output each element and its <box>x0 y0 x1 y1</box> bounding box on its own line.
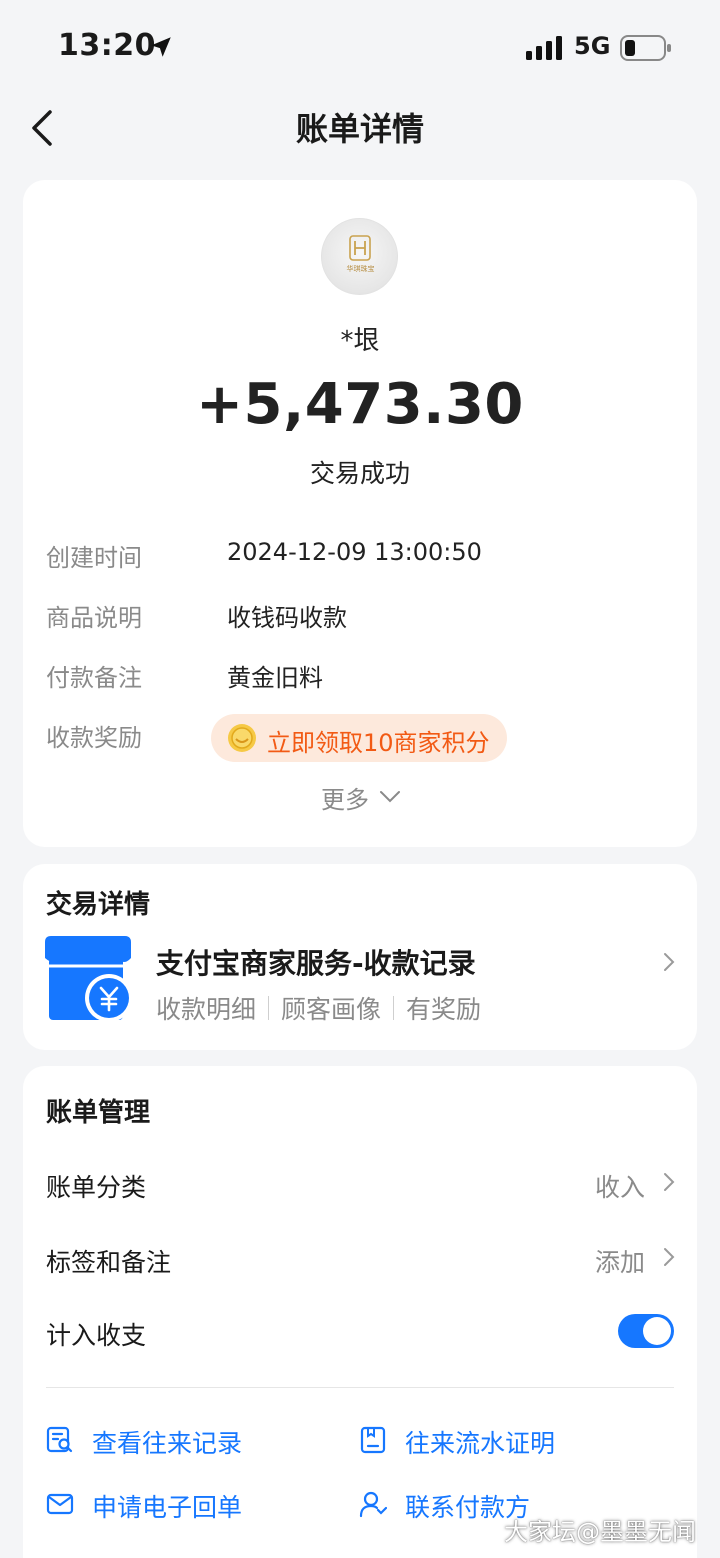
chevron-right-icon[interactable] <box>663 1247 675 1267</box>
cellular-signal-icon <box>526 36 562 60</box>
include-in-stats-toggle[interactable] <box>618 1314 674 1348</box>
tag-customer-profile: 顾客画像 <box>281 995 382 1024</box>
divider <box>46 1387 674 1388</box>
watermark: 大家坛@墨墨无闻 <box>504 1518 696 1546</box>
include-in-stats-label: 计入收支 <box>46 1321 147 1350</box>
payment-note-value: 黄金旧料 <box>227 664 323 692</box>
bill-category-value: 收入 <box>594 1173 645 1202</box>
status-bar: 13:20 5G <box>0 0 720 96</box>
bill-management-card: 账单管理 账单分类 收入 标签和备注 添加 计入收支 查看往来记录 往来流水证明… <box>23 1066 697 1558</box>
tag-rewards: 有奖励 <box>406 995 482 1024</box>
transaction-status: 交易成功 <box>309 459 410 488</box>
trade-section-title: 交易详情 <box>46 890 151 920</box>
record-search-icon <box>46 1426 73 1453</box>
coin-icon <box>228 724 256 752</box>
payment-note-label: 付款备注 <box>46 664 142 692</box>
merchant-shop-icon <box>45 936 133 1022</box>
trade-details-card[interactable]: 交易详情 支付宝商家服务-收款记录 收款明细 顾客画像 有奖励 <box>23 864 697 1050</box>
battery-icon <box>620 35 671 61</box>
tag-receipt-detail: 收款明细 <box>156 995 257 1024</box>
view-history-link[interactable]: 查看往来记录 <box>92 1424 242 1460</box>
merchant-logo-icon <box>349 235 371 261</box>
tag-divider <box>268 996 270 1020</box>
merchant-service-title: 支付宝商家服务-收款记录 <box>156 947 476 980</box>
more-details-link[interactable]: 更多 <box>321 780 369 815</box>
page-title: 账单详情 <box>295 110 424 148</box>
payer-name: *垠 <box>340 326 380 356</box>
merchant-service-tags: 收款明细 顾客画像 有奖励 <box>156 990 481 1026</box>
mail-icon <box>46 1493 74 1515</box>
document-icon <box>360 1426 386 1454</box>
manage-section-title: 账单管理 <box>46 1098 151 1128</box>
tags-notes-label: 标签和备注 <box>46 1248 172 1277</box>
tag-divider <box>393 996 395 1020</box>
product-desc-value: 收钱码收款 <box>227 604 347 632</box>
created-time-value: 2024-12-09 13:00:50 <box>227 538 482 566</box>
created-time-label: 创建时间 <box>46 544 142 572</box>
contact-person-icon <box>359 1491 387 1518</box>
bill-summary-card: 华琪珠宝 *垠 +5,473.30 交易成功 创建时间 2024-12-09 1… <box>23 180 697 847</box>
merchant-logo-text: 华琪珠宝 <box>346 265 375 273</box>
reward-label: 收款奖励 <box>46 724 142 752</box>
claim-reward-label: 立即领取10商家积分 <box>267 729 490 757</box>
chevron-right-icon[interactable] <box>663 952 675 972</box>
statement-proof-link[interactable]: 往来流水证明 <box>405 1424 555 1460</box>
network-type: 5G <box>574 32 611 60</box>
tags-notes-value: 添加 <box>594 1248 645 1277</box>
bill-category-label: 账单分类 <box>46 1173 147 1202</box>
merchant-avatar[interactable]: 华琪珠宝 <box>321 218 398 295</box>
status-time: 13:20 <box>58 28 156 63</box>
e-receipt-link[interactable]: 申请电子回单 <box>92 1488 242 1524</box>
chevron-down-icon[interactable] <box>379 790 401 804</box>
toggle-knob <box>643 1317 671 1345</box>
chevron-right-icon[interactable] <box>663 1172 675 1192</box>
location-arrow-icon <box>151 37 171 57</box>
transaction-amount: +5,473.30 <box>196 372 524 437</box>
claim-reward-button[interactable]: 立即领取10商家积分 <box>211 714 507 762</box>
product-desc-label: 商品说明 <box>46 604 142 632</box>
